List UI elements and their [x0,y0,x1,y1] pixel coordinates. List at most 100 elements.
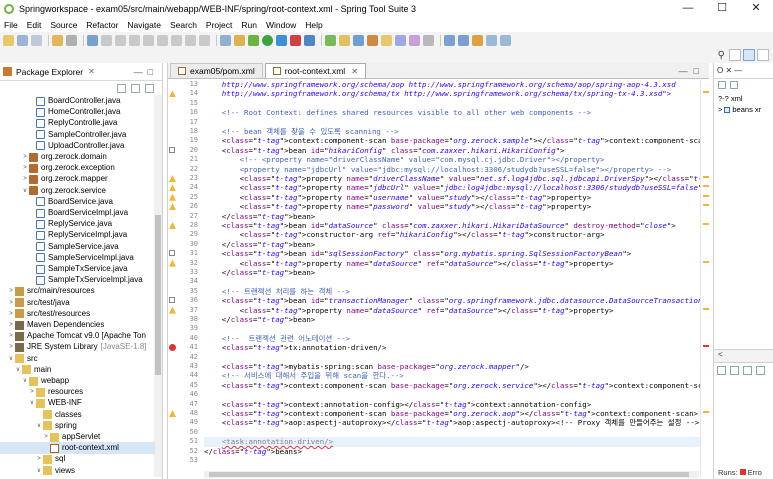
warning-marker[interactable] [703,176,709,178]
code-line[interactable]: <!-- 트랜젝션 관련 어노테이션 --> [204,334,350,343]
code-line[interactable]: <class="t-tag">bean id="transactionManag… [204,296,700,305]
warning-marker[interactable] [703,260,709,263]
search-tool-icon[interactable] [395,35,406,46]
warning-marker[interactable] [703,411,709,413]
step-into-icon[interactable] [171,35,182,46]
tree-item[interactable]: > org.zerock.domain [0,151,155,163]
chevron-down-icon[interactable]: ∨ [21,185,29,197]
code-line[interactable]: http://www.springframework.org/schema/ao… [204,80,676,89]
mark-occurrences-icon[interactable] [409,35,420,46]
tree-item[interactable]: > org.zerock.exception [0,162,155,174]
code-line[interactable]: <property name="jdbcUrl" value="jdbc:mys… [204,165,672,174]
tree-item[interactable]: BoardService.java [0,196,155,208]
code-line[interactable]: <!-- Root Context: defines shared resour… [204,108,591,117]
tree-item[interactable]: ∨ views [0,465,155,477]
drop-to-frame-icon[interactable] [220,35,231,46]
tree-item[interactable]: > JRE System Library [JavaSE-1.8] [0,341,155,353]
code-line[interactable]: <class="t-tag">context:component-scan ba… [204,409,698,418]
tree-item[interactable]: ∨ webapp [0,375,155,387]
chevron-down-icon[interactable]: ∨ [35,420,43,432]
menu-icon[interactable] [756,366,765,375]
tree-item[interactable]: root-context.xml [0,442,155,455]
chevron-right-icon[interactable]: > [35,453,43,465]
run-icon[interactable] [262,35,273,46]
warning-marker[interactable] [703,307,709,310]
tree-item[interactable]: SampleController.java [0,129,155,141]
code-line[interactable]: </class="t-tag">bean> [204,212,315,221]
sort-icon[interactable] [718,81,726,89]
code-line[interactable]: </class="t-tag">bean> [204,315,315,324]
skip-breakpoints-icon[interactable] [115,35,126,46]
coverage-icon[interactable] [276,35,287,46]
tree-item[interactable]: ∨ spring [0,420,155,432]
open-type-icon[interactable] [52,35,63,46]
last-edit-icon[interactable] [472,35,483,46]
terminate-icon[interactable] [157,35,168,46]
tree-item[interactable]: ∨ WEB-INF [0,397,155,409]
chevron-right-icon[interactable]: > [7,285,15,297]
tree-item[interactable]: HomeController.java [0,106,155,118]
code-line[interactable]: <class="t-tag">property name="driverClas… [204,174,700,183]
suspend-icon[interactable] [143,35,154,46]
chevron-down-icon[interactable]: ∨ [35,465,43,477]
spring-icon[interactable] [234,35,245,46]
code-line[interactable]: <class="t-tag">context:component-scan ba… [204,381,700,390]
tree-item[interactable]: UploadController.java [0,140,155,152]
code-line[interactable]: http://www.springframework.org/schema/tx… [204,89,671,98]
code-line[interactable]: <!-- bean 객체를 찾을 수 있도록 scanning --> [204,127,399,136]
tree-item[interactable]: ReplyControlle.java [0,117,155,129]
tab-root-context-xml[interactable]: root-context.xml ✕ [264,63,366,78]
warning-marker[interactable] [703,223,709,225]
tree-item[interactable]: ReplyService.java [0,218,155,230]
maximize-button[interactable]: ☐ [705,0,739,18]
fold-toggle-icon[interactable] [169,297,175,304]
chevron-right-icon[interactable]: > [21,162,29,174]
tree-item[interactable]: ∨ src [0,353,155,365]
step-over-icon[interactable] [185,35,196,46]
warning-icon[interactable] [169,203,176,211]
chevron-right-icon[interactable]: > [21,173,29,185]
view-menu-icon[interactable] [145,83,154,93]
warning-icon[interactable] [169,259,176,267]
print-icon[interactable] [66,35,77,46]
code-line[interactable]: <class="t-tag">bean id="dataSource" clas… [204,221,676,230]
open-task-icon[interactable] [367,35,378,46]
junit-icon[interactable] [717,366,726,375]
horizontal-scrollbar[interactable] [204,471,699,478]
code-line[interactable]: <class="t-tag">property name="username" … [204,193,592,202]
error-marker[interactable] [703,345,709,348]
new-class-icon[interactable] [353,35,364,46]
tree-item[interactable]: > src/main/resources [0,285,155,297]
next-annotation-icon[interactable] [444,35,455,46]
tree-item[interactable]: > resources [0,386,155,398]
code-line[interactable]: <!-- 트랜젝션 처리를 하는 객체 --> [204,287,350,296]
code-line[interactable]: </class="t-tag">bean> [204,268,315,277]
menu-file[interactable]: File [4,20,18,30]
code-line[interactable]: <class="t-tag">property name="dataSource… [204,306,614,315]
chevron-down-icon[interactable]: ∨ [28,397,36,409]
warning-icon[interactable] [169,410,176,417]
warning-icon[interactable] [169,175,176,182]
outline-item-xml[interactable]: ?-? xml [714,93,773,104]
tree-item[interactable]: ∨ main [0,364,155,376]
warning-icon[interactable] [169,222,176,229]
warning-icon[interactable] [169,306,176,314]
tab-pom-xml[interactable]: exam05/pom.xml [170,63,263,78]
chevron-right-icon[interactable]: > [28,386,36,398]
code-line[interactable]: <!-- 서비스에 대해서 주입을 위해 scan을 한다.--> [204,371,404,380]
warning-marker[interactable] [703,91,709,94]
overview-ruler[interactable] [700,80,709,478]
menu-window[interactable]: Window [266,20,296,30]
terminal-icon[interactable] [87,35,98,46]
code-line[interactable]: <class="t-tag">property name="jdbcUrl" v… [204,183,700,192]
chevron-down-icon[interactable]: ∨ [21,375,29,387]
tree-item[interactable]: > appServlet [0,431,155,443]
new-package-icon[interactable] [339,35,350,46]
code-line[interactable]: </class="t-tag">beans> [204,447,302,456]
debug-icon[interactable] [248,35,259,46]
java-perspective-icon[interactable] [757,49,769,61]
open-perspective-icon[interactable] [729,49,741,61]
tree-item[interactable]: ReplyServiceImpl.java [0,229,155,241]
chevron-right-icon[interactable]: > [7,341,15,353]
link-with-editor-icon[interactable] [131,83,140,93]
